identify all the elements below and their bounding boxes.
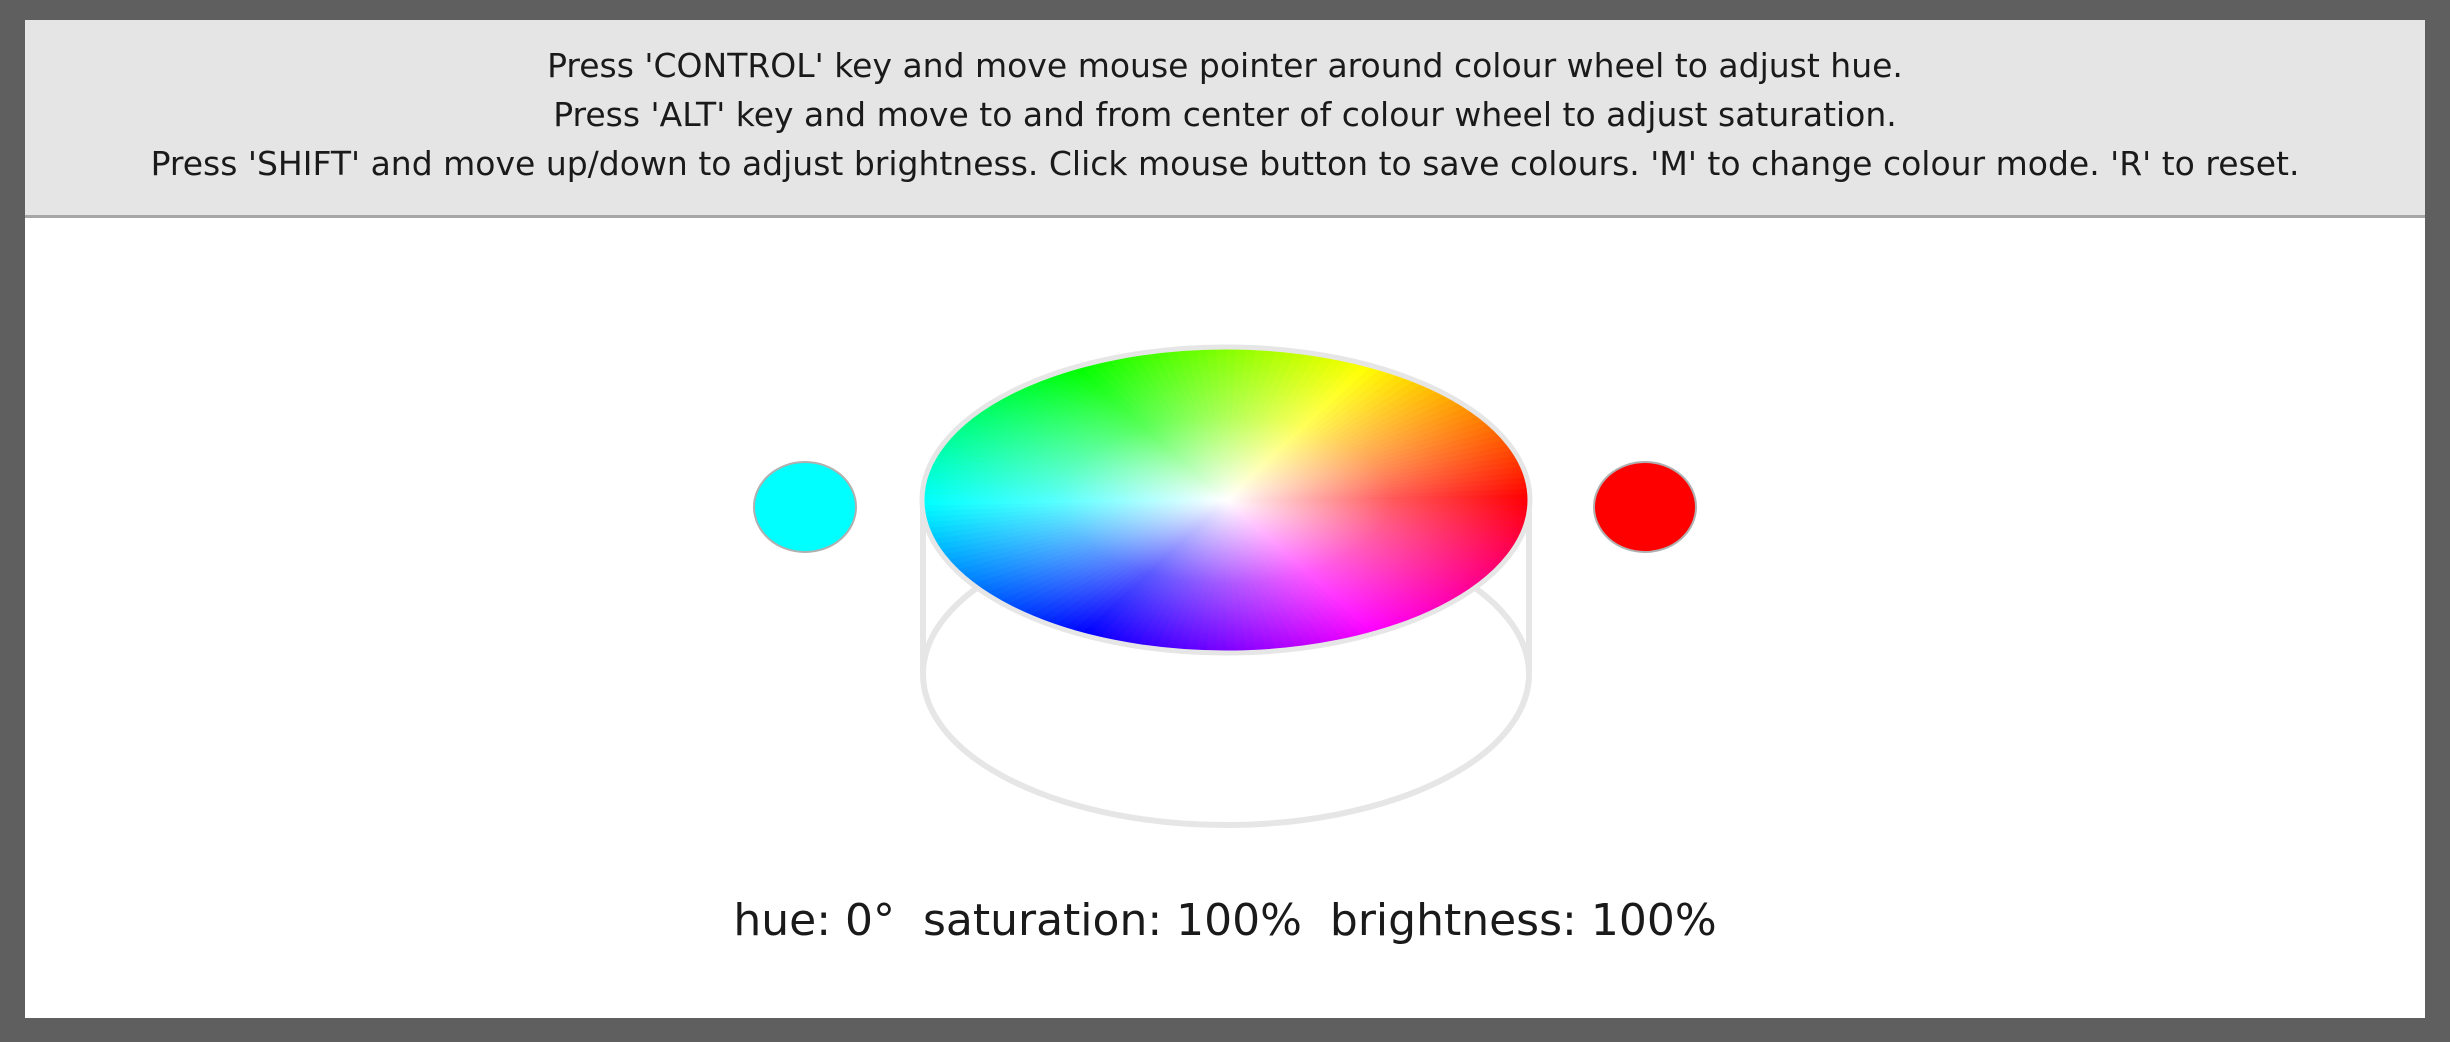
instruction-hue: Press 'CONTROL' key and move mouse point… <box>547 46 1903 85</box>
colour-wheel[interactable] <box>906 330 1546 670</box>
wheel-center-whitening <box>924 349 1528 651</box>
color-picker-window[interactable]: Press 'CONTROL' key and move mouse point… <box>25 20 2425 1018</box>
color-canvas[interactable]: hue: 0° saturation: 100% brightness: 100… <box>25 218 2425 1018</box>
hsb-readout: hue: 0° saturation: 100% brightness: 100… <box>733 895 1717 946</box>
current-colour-swatch-right[interactable] <box>1593 461 1697 553</box>
saved-colour-swatch-left[interactable] <box>753 461 857 553</box>
instructions-panel: Press 'CONTROL' key and move mouse point… <box>25 20 2425 218</box>
instruction-saturation: Press 'ALT' key and move to and from cen… <box>553 95 1897 134</box>
instruction-brightness: Press 'SHIFT' and move up/down to adjust… <box>150 144 2300 183</box>
